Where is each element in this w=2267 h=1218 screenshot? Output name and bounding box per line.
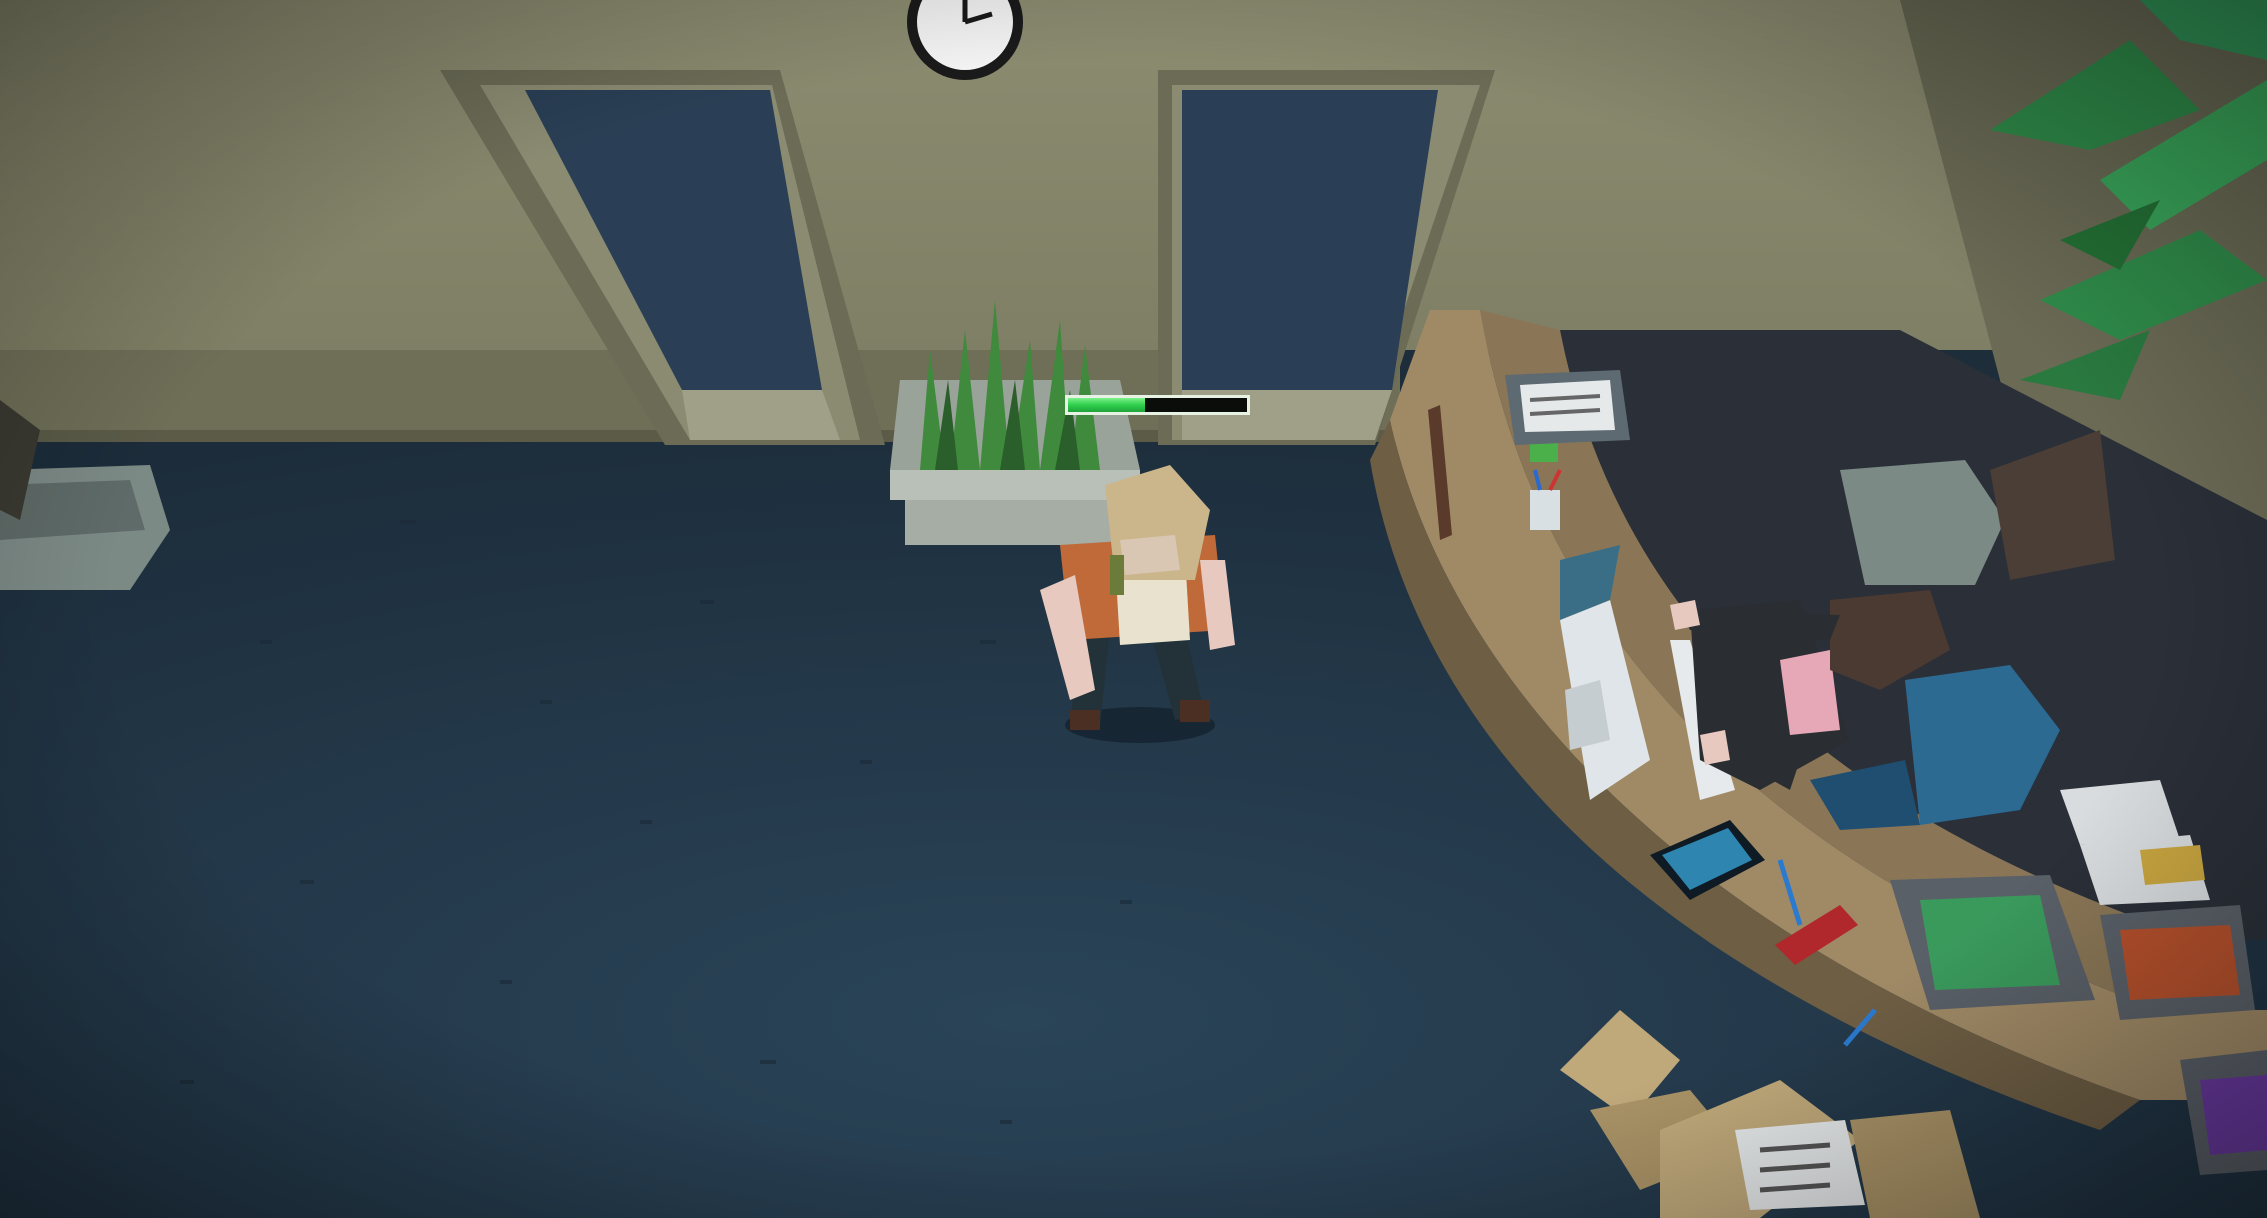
scene-graphics	[0, 0, 2267, 1218]
player-progress-bar	[1065, 395, 1250, 415]
player-progress-fill	[1068, 398, 1145, 412]
game-scene	[0, 0, 2267, 1218]
vignette	[0, 0, 2267, 1218]
